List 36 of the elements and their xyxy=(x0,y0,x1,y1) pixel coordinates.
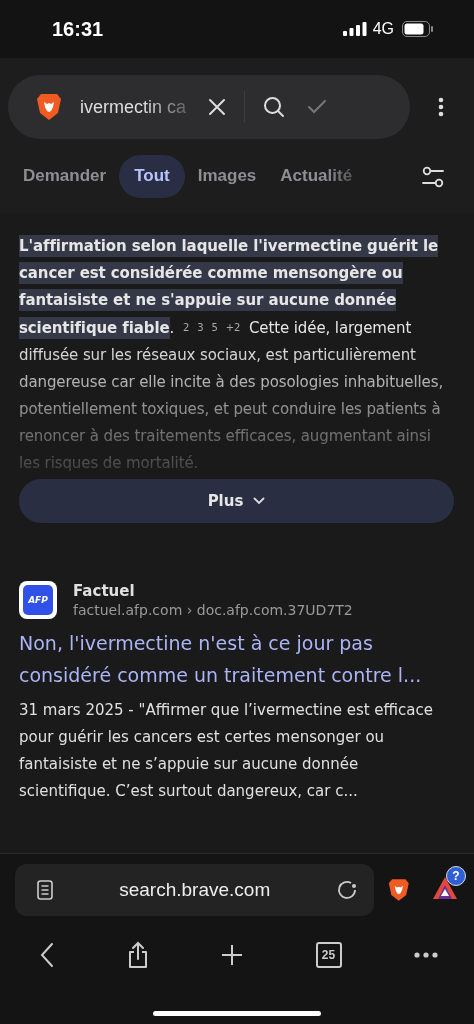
chevron-down-icon xyxy=(253,497,266,505)
reload-icon[interactable] xyxy=(336,879,359,901)
lion-shield-icon[interactable] xyxy=(388,877,410,903)
search-icon[interactable] xyxy=(263,96,285,118)
more-vertical-icon[interactable] xyxy=(438,97,444,117)
help-badge: ? xyxy=(446,866,466,886)
search-field[interactable]: ivermectin ca xyxy=(8,75,410,139)
back-icon[interactable] xyxy=(40,942,54,968)
status-time: 16:31 xyxy=(52,17,104,41)
result-title-link[interactable]: Non, l'ivermectine n'est à ce jour pas considéré comme un traitement contre l... xyxy=(19,627,454,691)
citation-link[interactable]: 3 xyxy=(197,322,204,333)
site-logo: AFP xyxy=(19,581,57,619)
search-tab[interactable]: Demander xyxy=(12,155,118,198)
source-url: factuel.afp.com › doc.afp.com.37UD7T2 xyxy=(73,602,353,618)
tab-count-button[interactable]: 25 xyxy=(315,942,342,968)
filter-icon[interactable] xyxy=(422,165,444,188)
share-icon[interactable] xyxy=(126,941,149,969)
more-icon[interactable] xyxy=(414,952,438,958)
close-icon[interactable] xyxy=(208,98,226,116)
battery-icon xyxy=(402,21,434,37)
signal-icon xyxy=(342,22,367,36)
citation-link[interactable]: 2 xyxy=(182,322,190,333)
plus-icon[interactable] xyxy=(221,944,243,966)
search-tab[interactable]: Tout xyxy=(119,155,185,198)
result-snippet: 31 mars 2025 - "Affirmer que l’ivermectine est efficace pour guérir les cancers est certes mensonger ou fantaisiste et ne s’appuie sur aucune donnée scientifique. C’est surtout dangereux, car c... xyxy=(19,700,434,802)
lion-logo-icon xyxy=(36,93,62,121)
search-tab[interactable]: Actualité xyxy=(269,155,364,198)
citation-link[interactable]: +2 xyxy=(225,322,241,333)
search-tab[interactable]: Images xyxy=(186,155,268,198)
source-name: Factuel xyxy=(73,582,136,600)
citation-link[interactable]: 5 xyxy=(211,322,218,333)
network-label: 4G xyxy=(372,20,394,38)
checkmark-icon[interactable] xyxy=(307,99,327,115)
address-bar[interactable]: search.brave.com xyxy=(15,864,375,916)
more-button[interactable]: Plus xyxy=(19,479,454,523)
page-icon xyxy=(37,880,53,900)
